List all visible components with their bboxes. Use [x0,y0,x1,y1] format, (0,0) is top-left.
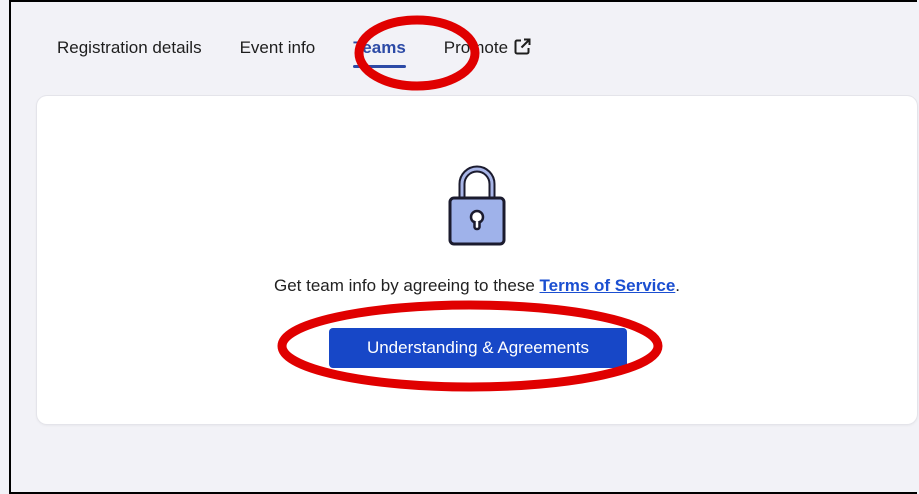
message-suffix: . [675,276,681,295]
terms-of-service-link[interactable]: Terms of Service [540,276,676,295]
understanding-agreements-button[interactable]: Understanding & Agreements [329,328,627,368]
tab-bar: Registration details Event info Teams Pr… [57,38,569,78]
tab-event-info[interactable]: Event info [240,38,316,68]
tab-promote[interactable]: Promote [444,38,531,70]
tab-registration-details[interactable]: Registration details [57,38,202,68]
terms-message: Get team info by agreeing to these Terms… [37,276,917,296]
tab-teams[interactable]: Teams [353,38,406,68]
message-prefix: Get team info by agreeing to these [273,276,540,295]
tab-promote-label: Promote [443,38,509,57]
padlock-icon [447,160,507,246]
external-link-icon [514,38,531,60]
teams-locked-card: Get team info by agreeing to these Terms… [37,96,917,424]
